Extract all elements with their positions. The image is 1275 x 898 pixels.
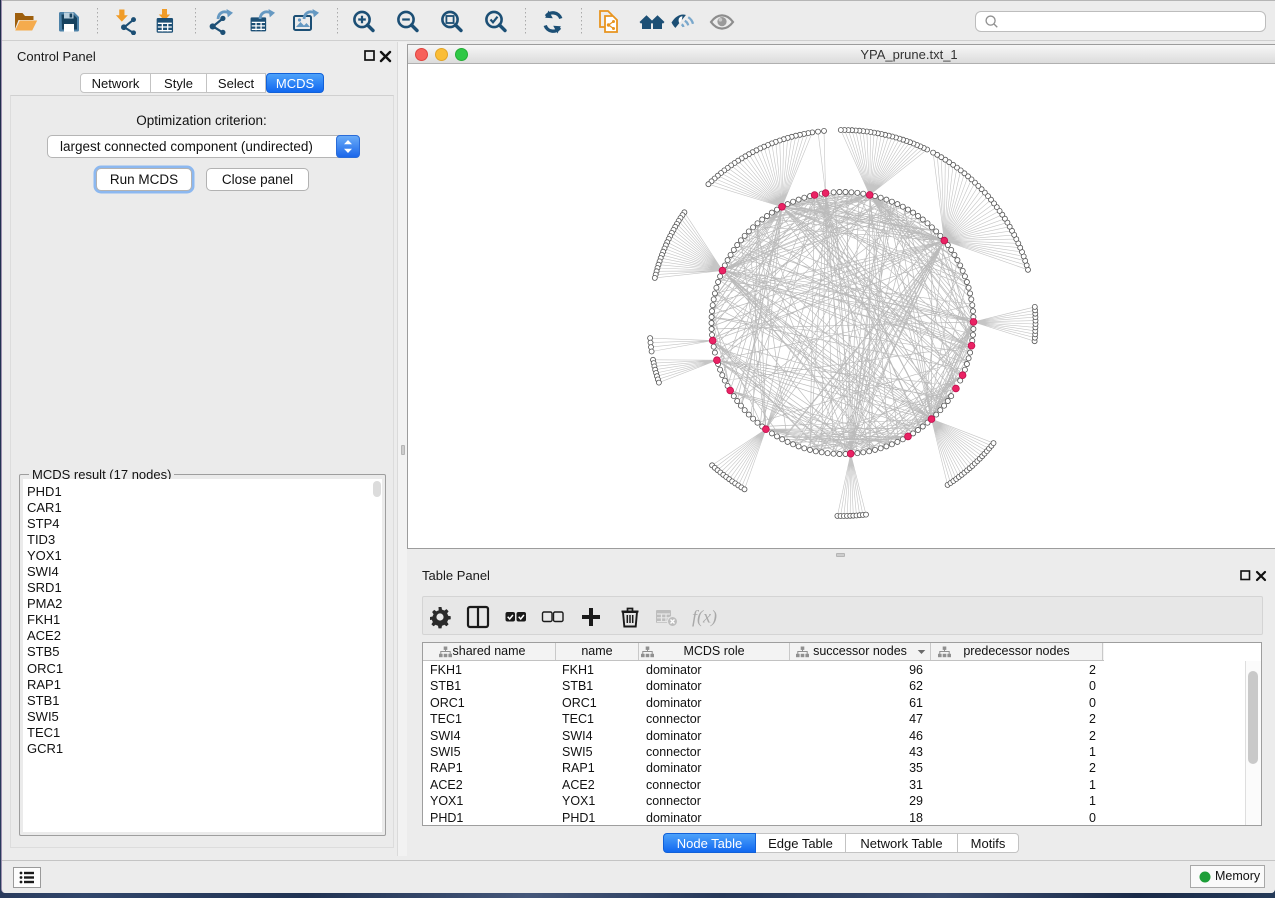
svg-text:f(x): f(x) (692, 607, 717, 628)
